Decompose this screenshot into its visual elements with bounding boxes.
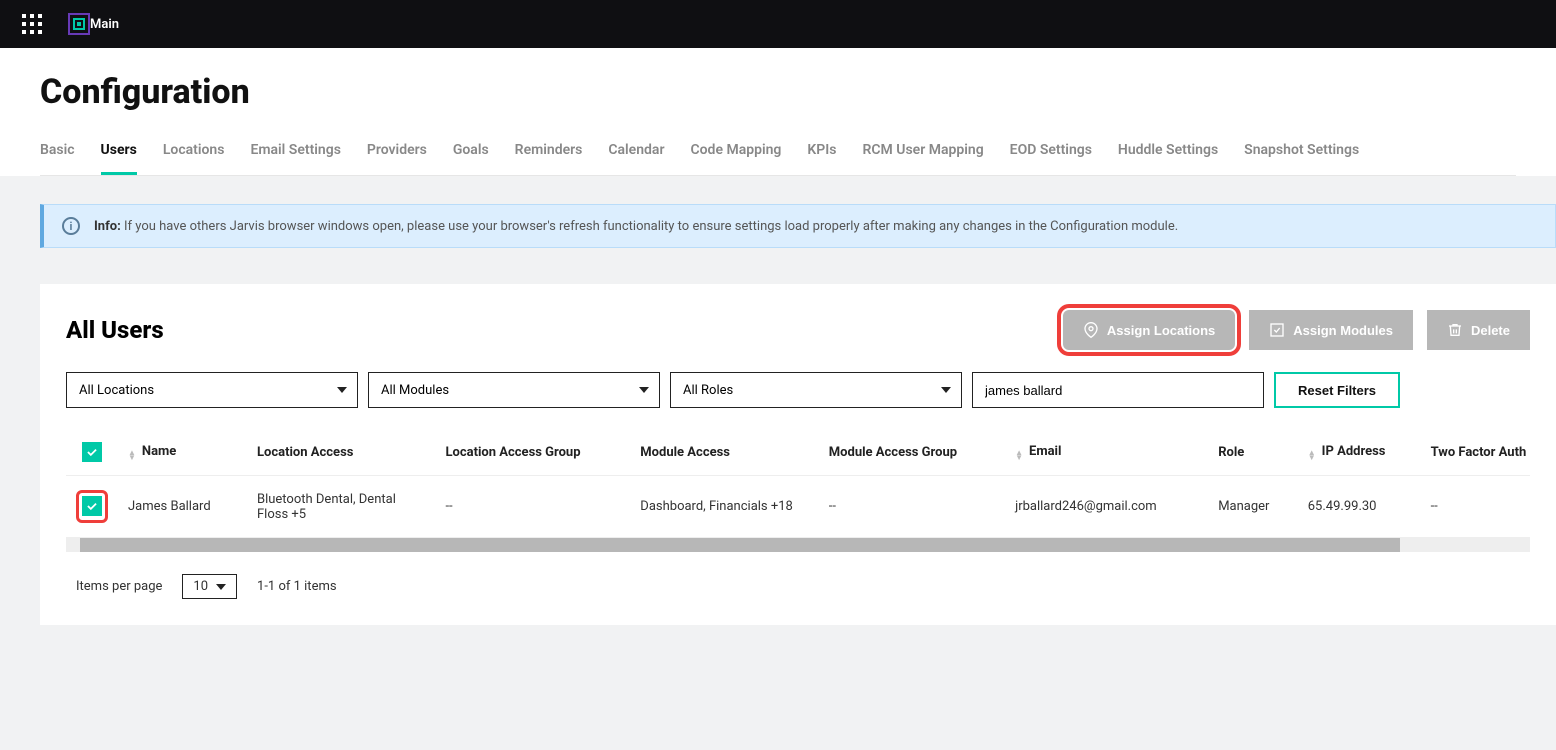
tab-kpis[interactable]: KPIs (807, 132, 836, 175)
chevron-down-icon (216, 584, 226, 590)
trash-icon (1447, 322, 1463, 338)
sort-icon[interactable]: ▲▼ (1308, 451, 1316, 461)
col-name[interactable]: Name (142, 444, 176, 459)
col-module-access: Module Access (640, 445, 730, 460)
pagination-range: 1-1 of 1 items (257, 579, 337, 594)
tab-huddle-settings[interactable]: Huddle Settings (1118, 132, 1218, 175)
select-all-checkbox[interactable] (82, 442, 102, 462)
search-input[interactable] (972, 372, 1264, 408)
filter-modules-select[interactable]: All Modules (368, 372, 660, 408)
items-per-page-select[interactable]: 10 (182, 574, 237, 599)
assign-locations-label: Assign Locations (1107, 323, 1215, 338)
tab-snapshot-settings[interactable]: Snapshot Settings (1244, 132, 1359, 175)
check-icon (85, 445, 99, 459)
filter-roles-select[interactable]: All Roles (670, 372, 962, 408)
delete-button[interactable]: Delete (1427, 310, 1530, 350)
info-banner: i Info: If you have others Jarvis browse… (40, 204, 1556, 248)
sort-icon[interactable]: ▲▼ (128, 451, 136, 461)
table-row[interactable]: James Ballard Bluetooth Dental, Dental F… (66, 476, 1530, 538)
filter-modules-label: All Modules (381, 383, 449, 398)
horizontal-scrollbar[interactable] (66, 538, 1530, 552)
chevron-down-icon (941, 387, 951, 393)
cell-email: jrballard246@gmail.com (1015, 499, 1157, 514)
apps-menu-icon[interactable] (22, 14, 42, 34)
chevron-down-icon (639, 387, 649, 393)
tab-providers[interactable]: Providers (367, 132, 427, 175)
assign-modules-button[interactable]: Assign Modules (1249, 310, 1413, 350)
tab-code-mapping[interactable]: Code Mapping (690, 132, 781, 175)
col-email[interactable]: Email (1029, 444, 1061, 459)
col-role: Role (1218, 445, 1244, 460)
info-text: If you have others Jarvis browser window… (124, 219, 1178, 234)
assign-modules-label: Assign Modules (1293, 323, 1393, 338)
tab-rcm-user-mapping[interactable]: RCM User Mapping (863, 132, 984, 175)
tab-calendar[interactable]: Calendar (608, 132, 664, 175)
items-per-page-label: Items per page (76, 579, 162, 594)
cell-module-access: Dashboard, Financials +18 (640, 499, 793, 514)
delete-label: Delete (1471, 323, 1510, 338)
tab-eod-settings[interactable]: EOD Settings (1010, 132, 1092, 175)
check-square-icon (1269, 322, 1285, 338)
cell-name: James Ballard (128, 499, 211, 514)
tab-goals[interactable]: Goals (453, 132, 489, 175)
filter-locations-select[interactable]: All Locations (66, 372, 358, 408)
col-location-access-group: Location Access Group (445, 445, 580, 460)
reset-filters-button[interactable]: Reset Filters (1274, 372, 1400, 408)
tab-locations[interactable]: Locations (163, 132, 225, 175)
cell-two-factor: -- (1431, 499, 1438, 514)
items-per-page-value: 10 (193, 579, 208, 594)
tab-email-settings[interactable]: Email Settings (250, 132, 340, 175)
col-ip[interactable]: IP Address (1322, 444, 1386, 459)
cell-ip: 65.49.99.30 (1308, 499, 1377, 514)
card-title: All Users (66, 316, 164, 344)
tab-users[interactable]: Users (101, 132, 137, 175)
chevron-down-icon (337, 387, 347, 393)
row-checkbox[interactable] (82, 496, 102, 516)
check-icon (85, 499, 99, 513)
cell-module-access-group: -- (829, 499, 836, 514)
pin-icon (1083, 321, 1099, 339)
sort-icon[interactable]: ▲▼ (1015, 451, 1023, 461)
col-module-access-group: Module Access Group (829, 445, 957, 460)
cell-location-access: Bluetooth Dental, Dental Floss +5 (257, 492, 396, 522)
filter-roles-label: All Roles (683, 383, 733, 398)
info-label: Info: (94, 219, 121, 234)
app-logo-icon (68, 13, 90, 35)
assign-locations-button[interactable]: Assign Locations (1063, 310, 1235, 350)
cell-role: Manager (1218, 499, 1269, 514)
tab-basic[interactable]: Basic (40, 132, 75, 175)
page-title: Configuration (40, 72, 1516, 112)
cell-location-access-group: -- (445, 499, 452, 514)
col-location-access: Location Access (257, 445, 353, 460)
breadcrumb-main[interactable]: Main (90, 17, 119, 32)
filter-locations-label: All Locations (79, 383, 154, 398)
tab-reminders[interactable]: Reminders (515, 132, 583, 175)
col-two-factor: Two Factor Auth (1431, 445, 1527, 460)
info-icon: i (62, 217, 80, 235)
